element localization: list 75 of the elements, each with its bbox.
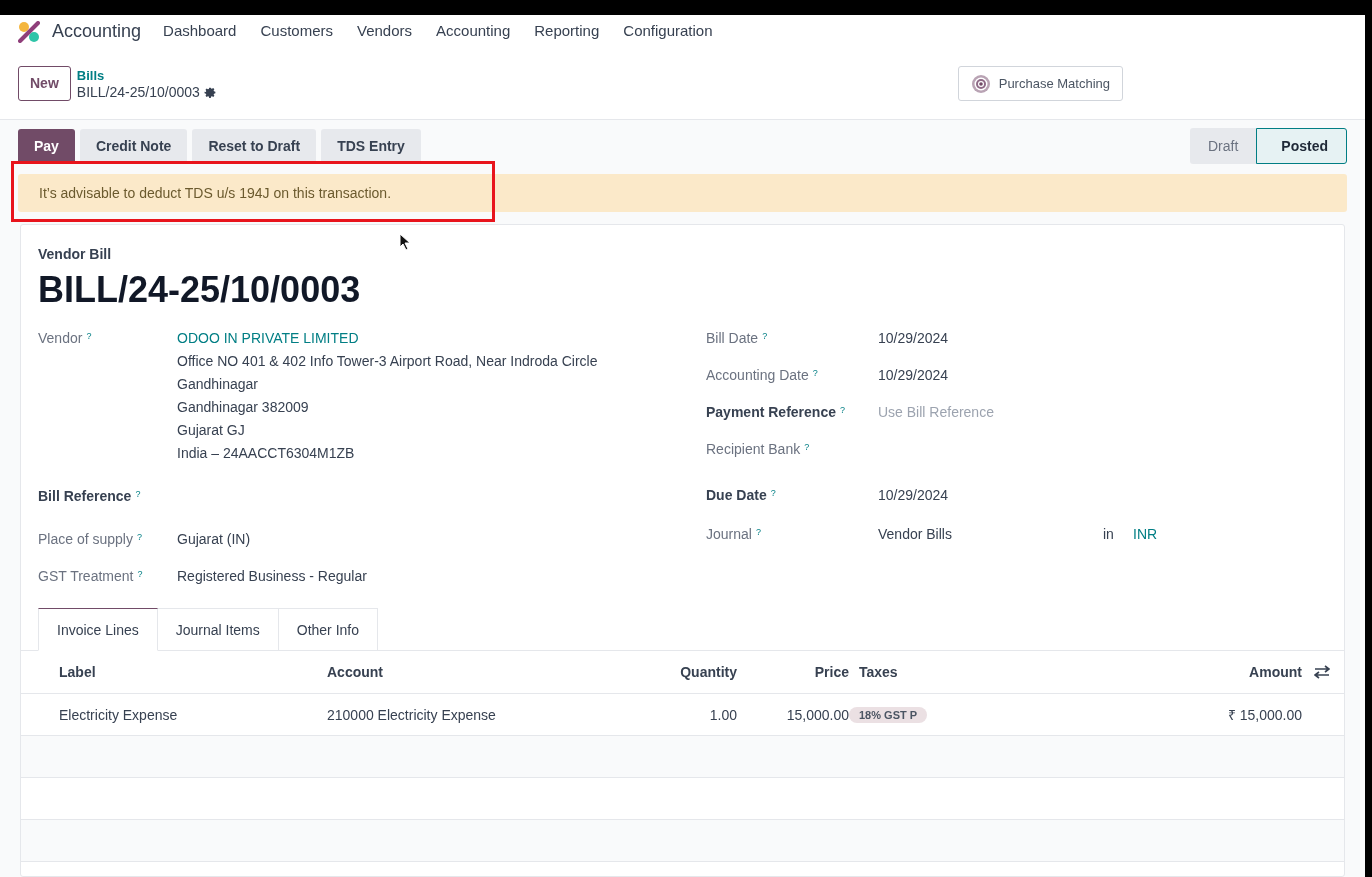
field-label: Bill Date — [706, 329, 759, 348]
menu-item[interactable]: Configuration — [623, 20, 713, 43]
purchase-matching-button[interactable]: Purchase Matching — [957, 66, 1123, 101]
record-name: BILL/24-25/10/0003 — [76, 83, 200, 101]
help-mark[interactable]: ? — [136, 527, 142, 547]
help-mark[interactable]: ? — [86, 326, 92, 346]
address-line: India – 24AACCT6304M1ZB — [177, 444, 356, 463]
help-mark[interactable]: ? — [770, 483, 776, 503]
target-icon — [970, 73, 991, 94]
new-button[interactable]: New — [18, 66, 71, 101]
field-label: Vendor — [38, 329, 83, 348]
field-label: Place of supply — [38, 530, 133, 549]
document-title: BILL/24-25/10/0003 — [38, 268, 361, 312]
menu-item[interactable]: Reporting — [534, 20, 600, 43]
help-mark[interactable]: ? — [755, 522, 761, 542]
column-header[interactable]: Amount — [1149, 662, 1302, 682]
field-label: Journal — [706, 525, 752, 544]
tax-tag: 18% GST P — [849, 707, 928, 723]
address-line: Office NO 401 & 402 Info Tower-3 Airport Road, Near Indroda Circle — [177, 352, 598, 371]
document-type: Vendor Bill — [38, 245, 112, 264]
column-header[interactable]: Price — [737, 662, 849, 682]
column-settings-icon[interactable] — [1314, 664, 1330, 680]
notebook-tab[interactable]: Journal Items — [157, 608, 279, 651]
breadcrumb-link[interactable]: Bills — [76, 66, 217, 84]
table-cell-text: 15,000.00 — [785, 705, 849, 725]
notebook-tab[interactable]: Invoice Lines — [38, 608, 158, 651]
column-header[interactable]: Taxes — [849, 662, 1149, 682]
field-value[interactable]: Gujarat (IN) — [177, 529, 251, 549]
help-mark[interactable]: ? — [839, 400, 845, 420]
column-header[interactable]: Quantity — [657, 662, 737, 682]
field-label: Payment Reference — [706, 403, 836, 422]
menu-item[interactable]: Customers — [260, 20, 333, 43]
field-value[interactable]: 10/29/2024 — [878, 328, 949, 348]
menu-item[interactable]: Accounting — [436, 20, 511, 43]
mouse-cursor-icon — [399, 233, 411, 251]
address-line: Gandhinagar — [177, 375, 259, 394]
action-button[interactable]: TDS Entry — [321, 128, 421, 164]
menu-item[interactable]: Vendors — [357, 20, 413, 43]
column-header[interactable]: Label — [21, 662, 327, 682]
input-field[interactable]: Use Bill Reference — [878, 402, 1098, 422]
field-label: Due Date — [706, 486, 767, 505]
address-line: Gandhinagar 382009 — [177, 398, 310, 417]
help-mark[interactable]: ? — [804, 437, 810, 457]
action-button[interactable]: Reset to Draft — [192, 128, 317, 164]
notebook-tab[interactable]: Other Info — [278, 608, 379, 651]
status-step[interactable]: Draft — [1189, 128, 1257, 164]
connector-text: in — [1103, 525, 1115, 544]
help-mark[interactable]: ? — [812, 363, 818, 383]
help-mark[interactable]: ? — [762, 326, 768, 346]
currency-link[interactable]: INR — [1133, 524, 1158, 544]
field-value[interactable]: 10/29/2024 — [878, 365, 949, 385]
table-cell-text: 210000 Electricity Expense — [327, 705, 497, 725]
status-step[interactable]: Posted — [1256, 128, 1347, 164]
table-cell-text: Electricity Expense — [58, 705, 179, 725]
table-cell-text: 1.00 — [708, 705, 737, 725]
field-label: Recipient Bank — [706, 440, 801, 459]
action-button[interactable]: Credit Note — [79, 128, 188, 164]
table-cell-text: ₹ 15,000.00 — [1226, 705, 1302, 725]
menu-item[interactable]: Dashboard — [163, 20, 237, 43]
alert-text: It’s advisable to deduct TDS u/s 194J on this transaction. — [39, 183, 392, 203]
field-label: Bill Reference — [38, 487, 132, 506]
help-mark[interactable]: ? — [137, 564, 143, 584]
app-logo-icon[interactable] — [18, 20, 40, 43]
field-label: GST Treatment — [38, 567, 134, 586]
field-value[interactable]: Registered Business - Regular — [177, 566, 367, 586]
field-value[interactable]: Vendor Bills — [878, 524, 1103, 544]
address-line: Gujarat GJ — [177, 421, 246, 440]
help-mark[interactable]: ? — [135, 484, 141, 504]
column-header[interactable]: Account — [327, 662, 657, 682]
field-label: Accounting Date — [706, 366, 809, 385]
field-value[interactable]: 10/29/2024 — [878, 485, 949, 505]
app-name[interactable]: Accounting — [52, 18, 142, 45]
action-button[interactable]: Pay — [18, 128, 75, 164]
gear-icon[interactable] — [203, 85, 217, 99]
vendor-link[interactable]: ODOO IN PRIVATE LIMITED — [177, 328, 598, 348]
